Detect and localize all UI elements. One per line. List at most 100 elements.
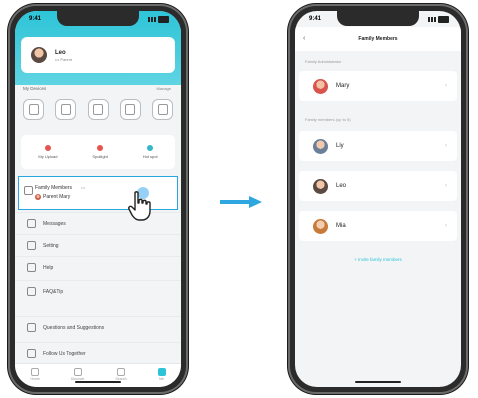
menu-item-messages[interactable]: Messages [15, 212, 181, 234]
family-icon [24, 186, 33, 195]
action-label: My Upload [38, 154, 58, 159]
member-name: Liy [336, 143, 344, 149]
chevron-right-icon: › [445, 143, 447, 149]
device-icon [93, 104, 103, 115]
status-bar: 9:41 [29, 14, 169, 24]
member-name: Mary [336, 83, 350, 89]
menu-label: Questions and Suggestions [43, 324, 105, 331]
list-item[interactable]: Liy › [299, 131, 457, 161]
quick-actions: My Upload Spotlight Hot spot [21, 135, 175, 169]
tab-search[interactable]: Search [115, 368, 127, 381]
members-section-label: Family members (up to 5) [305, 117, 351, 122]
device-list [23, 99, 173, 125]
menu-label: Follow Us Together [43, 350, 86, 357]
tab-me[interactable]: Me [157, 368, 166, 381]
menu-label: Help [43, 264, 54, 271]
status-time: 9:41 [309, 16, 322, 22]
chevron-right-icon: › [445, 183, 447, 189]
menu-label: FAQ&Tip [43, 288, 64, 295]
menu-label: Messages [43, 220, 66, 227]
avatar[interactable] [31, 47, 47, 63]
signal-icon [148, 16, 156, 22]
page-title: Family Members [358, 36, 398, 42]
faq-icon [27, 287, 36, 296]
device-tile[interactable] [119, 99, 141, 120]
member-name: Mia [336, 223, 346, 229]
signal-icon [428, 16, 436, 22]
device-tile[interactable] [55, 99, 77, 120]
device-tile[interactable] [23, 99, 44, 120]
device-icon [28, 104, 39, 115]
parent-avatar [35, 194, 41, 200]
chevron-right-icon: › [445, 83, 447, 89]
devices-section-label: My Devices [23, 86, 47, 91]
avatar [313, 178, 328, 194]
left-phone-frame: 9:41 Leo ••• Parent My Devices Manage My… [8, 4, 188, 394]
list-item[interactable]: Mary › [299, 71, 457, 101]
battery-icon [438, 15, 449, 23]
spotlight-icon [97, 145, 104, 151]
action-hotspot[interactable]: Hot spot [143, 145, 158, 159]
member-name: Leo [336, 183, 347, 189]
menu-item-setting[interactable]: Setting [15, 234, 181, 256]
devices-manage-link[interactable]: Manage [157, 86, 171, 91]
menu-label: Setting [43, 242, 59, 249]
device-icon [125, 104, 136, 115]
battery-icon [158, 15, 169, 23]
home-icon [31, 368, 40, 376]
tab-bar: Home Discover Search Me [15, 363, 181, 387]
device-tile[interactable] [152, 99, 173, 120]
tab-home[interactable]: Home [30, 368, 40, 381]
family-members-sub: Parent Mary [35, 194, 70, 200]
pointing-hand-icon [128, 191, 151, 221]
action-label: Hot spot [142, 154, 158, 159]
family-members-title: Family Members [35, 185, 72, 191]
admin-section-label: Family Administrator [305, 59, 342, 64]
home-indicator [355, 381, 401, 383]
action-label: Spotlight [92, 154, 108, 159]
profile-subtitle: ••• Parent [55, 56, 73, 62]
feedback-icon [27, 323, 36, 332]
search-icon [116, 368, 125, 376]
tab-label: Me [159, 377, 164, 381]
family-members-badge: ••• [81, 185, 86, 190]
avatar [313, 78, 328, 94]
right-phone-screen: 9:41 Family Members ‹ Family Administrat… [295, 11, 461, 387]
device-icon [157, 104, 168, 115]
menu-item-faq[interactable]: FAQ&Tip [15, 280, 181, 302]
device-tile[interactable] [87, 99, 109, 120]
message-icon [27, 219, 36, 228]
back-icon[interactable]: ‹ [303, 35, 305, 42]
menu-item-questions[interactable]: Questions and Suggestions [15, 316, 181, 338]
right-phone-frame: 9:41 Family Members ‹ Family Administrat… [288, 4, 468, 394]
action-upload[interactable]: My Upload [38, 145, 58, 159]
tab-label: Home [30, 377, 40, 381]
profile-card[interactable]: Leo ••• Parent [21, 37, 175, 73]
avatar [313, 218, 328, 234]
navigation-bar: Family Members [295, 27, 461, 51]
device-icon [60, 104, 71, 115]
list-item[interactable]: Leo › [299, 171, 457, 201]
follow-icon [27, 349, 36, 358]
menu-item-help[interactable]: Help [15, 256, 181, 278]
parent-name: Parent Mary [43, 194, 71, 200]
tab-discover[interactable]: Discover [71, 368, 84, 381]
upload-icon [44, 145, 51, 151]
help-icon [27, 263, 36, 272]
profile-name: Leo [55, 49, 66, 56]
arrow-right-icon [220, 196, 262, 208]
list-item[interactable]: Mia › [299, 211, 457, 241]
profile-icon [157, 368, 166, 376]
status-time: 9:41 [29, 16, 42, 22]
discover-icon [73, 368, 82, 376]
home-indicator [75, 381, 121, 383]
gear-icon [27, 241, 36, 250]
status-bar: 9:41 [309, 14, 449, 24]
invite-member-button[interactable]: + Invite family members [295, 257, 461, 262]
menu-item-follow[interactable]: Follow Us Together [15, 342, 181, 364]
chevron-right-icon: › [445, 223, 447, 229]
action-spotlight[interactable]: Spotlight [92, 145, 108, 159]
hotspot-icon [147, 145, 154, 151]
left-phone-screen: 9:41 Leo ••• Parent My Devices Manage My… [15, 11, 181, 387]
avatar [313, 138, 328, 154]
